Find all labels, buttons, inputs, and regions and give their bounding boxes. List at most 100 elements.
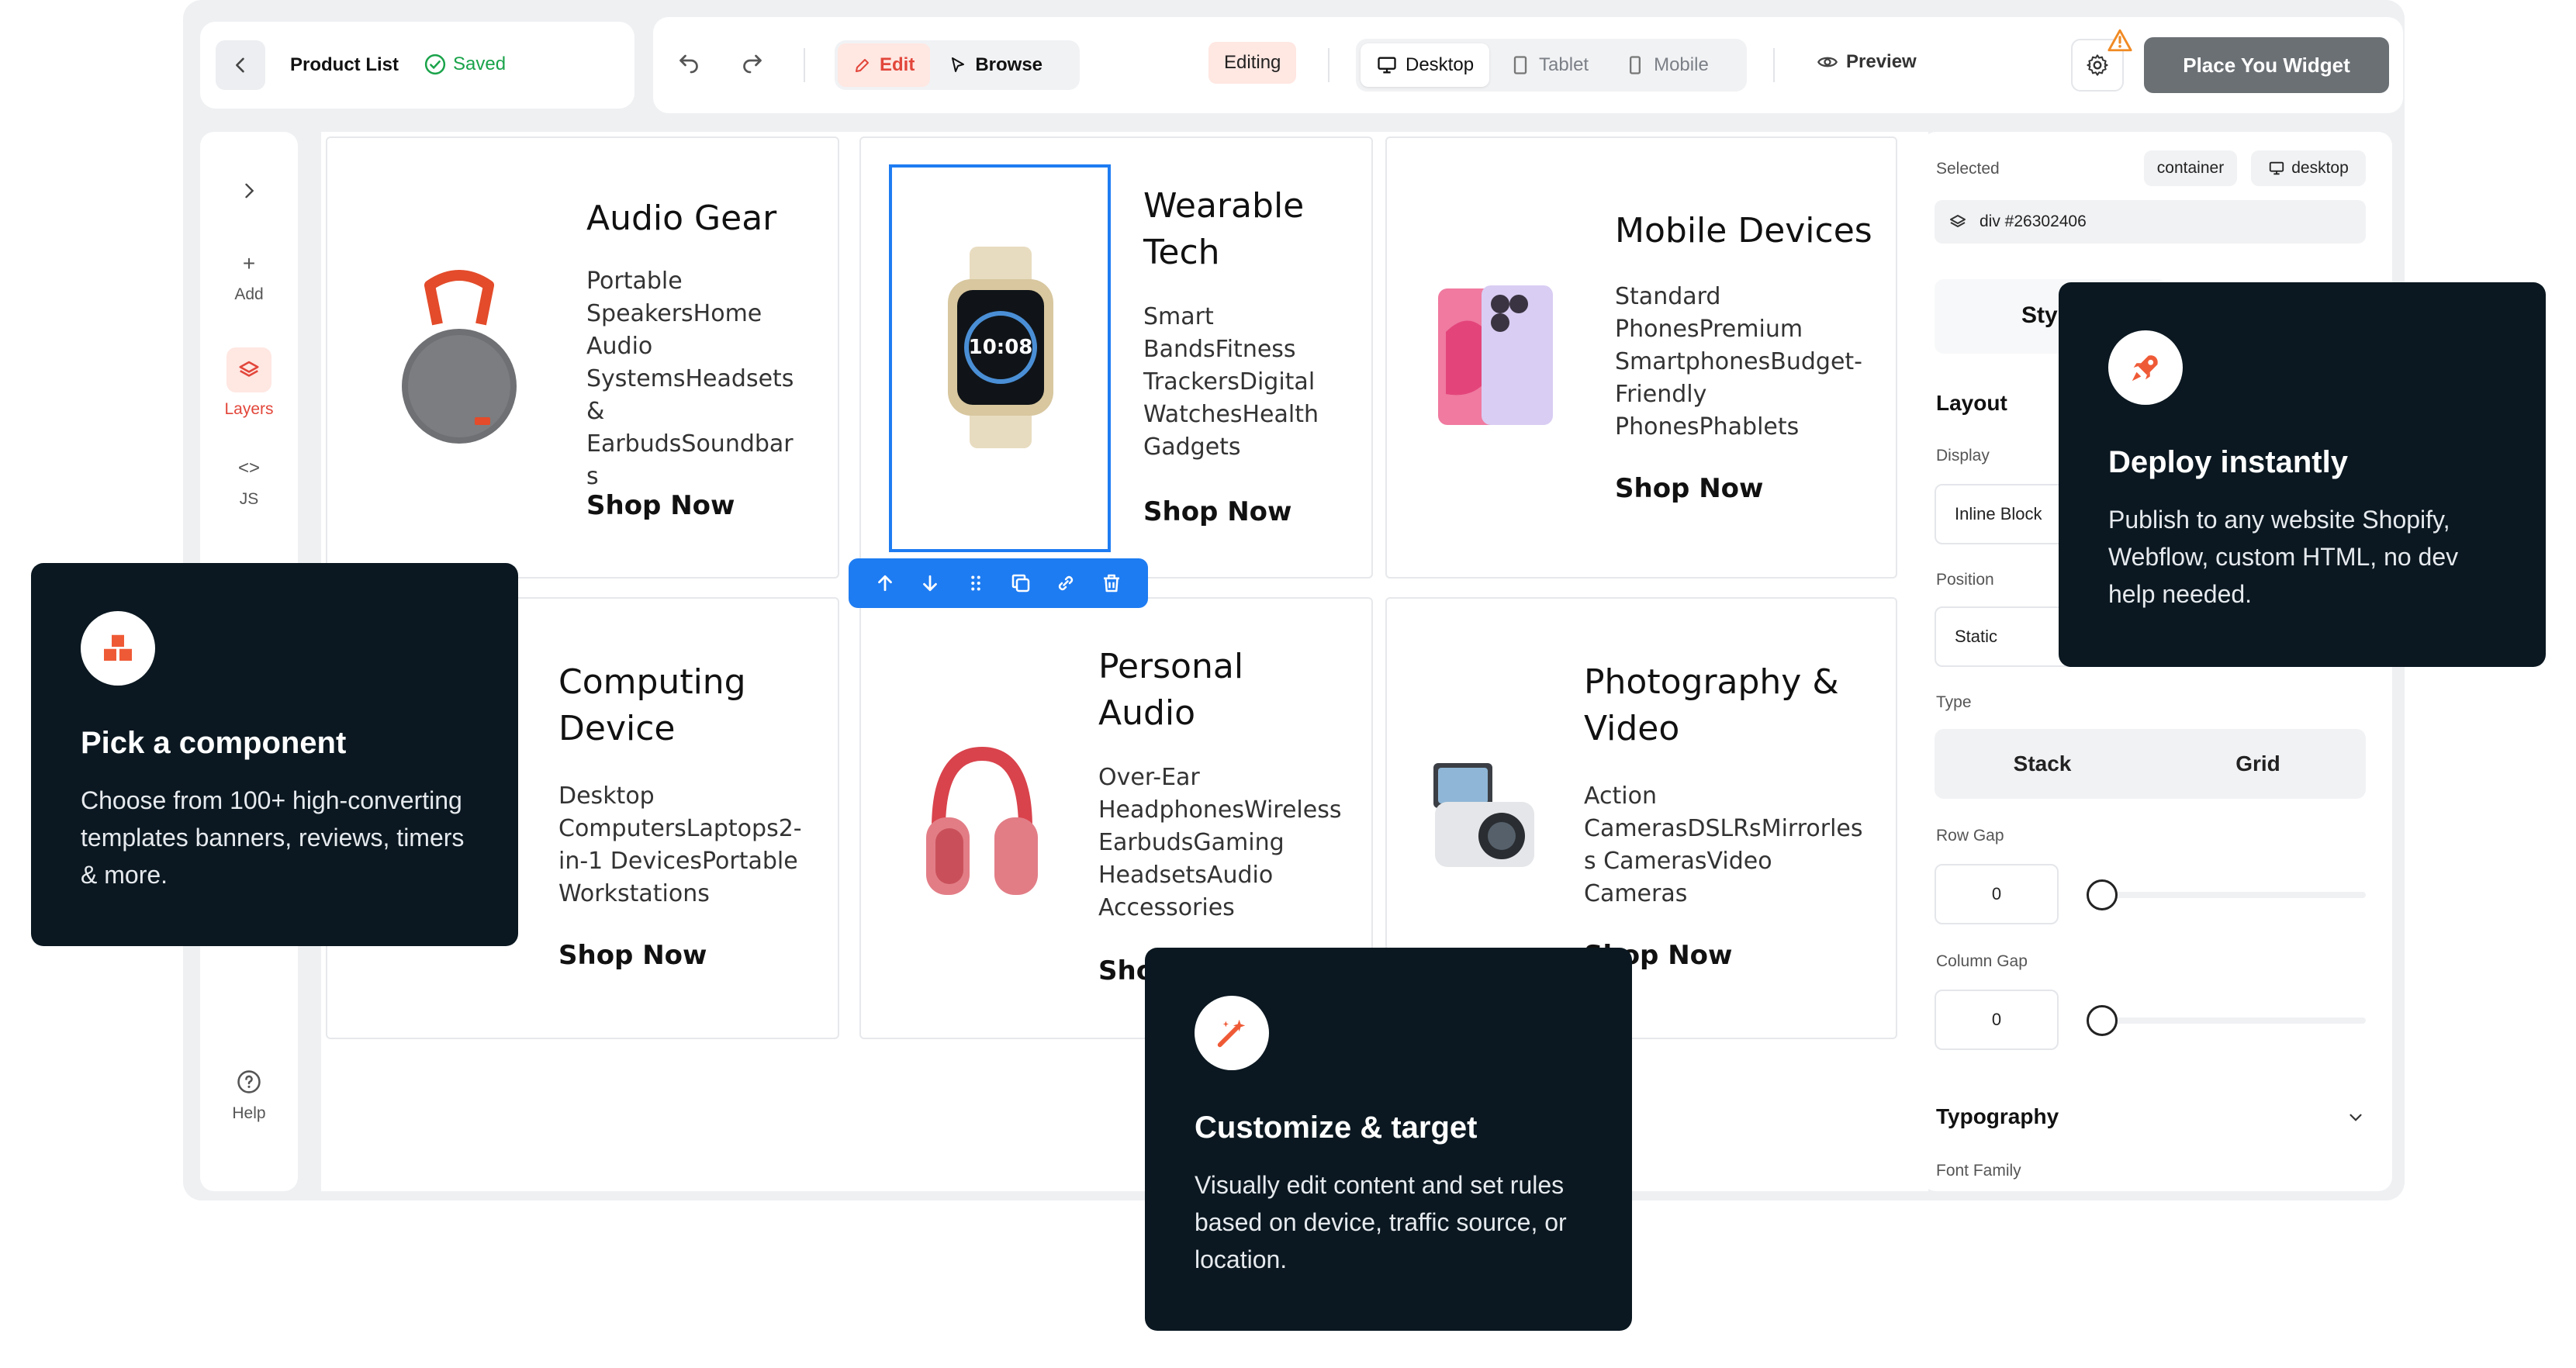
typography-heading: Typography — [1936, 1104, 2059, 1128]
card-description: Over-Ear HeadphonesWireless EarbudsGamin… — [1098, 764, 1342, 921]
tab-style[interactable]: Sty — [2021, 302, 2058, 329]
card-title: Audio Gear — [586, 199, 777, 238]
layout-heading: Layout — [1936, 391, 2007, 415]
desktop-pill[interactable]: desktop — [2251, 150, 2366, 186]
deploy-tip-title: Deploy instantly — [2108, 445, 2348, 479]
selected-label: Selected — [1936, 160, 2000, 178]
chevron-left-icon — [236, 57, 244, 73]
undo-icon — [679, 54, 698, 74]
place-widget-button[interactable]: Place You Widget — [2144, 37, 2389, 93]
pick-component-tip: Pick a component Choose from 100+ high-c… — [31, 563, 518, 946]
camera-image — [1433, 763, 1534, 867]
shop-now-link[interactable]: Shop Now — [586, 490, 735, 521]
row-gap-slider-track[interactable] — [2094, 892, 2366, 898]
duplicate-icon[interactable] — [1009, 572, 1032, 595]
device-desktop-button[interactable]: Desktop — [1361, 43, 1490, 87]
type-toggle: Stack Grid — [1935, 729, 2366, 799]
editing-badge: Editing — [1208, 42, 1297, 84]
page-title: Product List — [290, 54, 399, 75]
pick-tip-body: Choose from 100+ high-converting templat… — [81, 786, 465, 889]
redo-button[interactable] — [738, 51, 766, 83]
phone-icon — [1630, 56, 1641, 74]
trash-icon[interactable] — [1100, 572, 1123, 595]
desktop-label: Desktop — [1406, 54, 1475, 75]
check-circle-icon — [424, 54, 446, 75]
deploy-tip: Deploy instantly Publish to any website … — [2059, 282, 2546, 667]
magic-wand-icon — [1195, 996, 1269, 1070]
edit-label: Edit — [880, 54, 915, 75]
chevron-right-icon — [245, 183, 254, 199]
rocket-icon — [2108, 330, 2183, 405]
card-description: Standard PhonesPremium SmartphonesBudget… — [1615, 283, 1862, 440]
type-grid-option[interactable]: Grid — [2150, 729, 2366, 799]
rail-js[interactable]: <> JS — [200, 458, 298, 509]
divider — [804, 48, 805, 82]
card-description: Portable SpeakersHome Audio SystemsHeads… — [586, 268, 794, 490]
undo-button[interactable] — [675, 51, 703, 83]
customize-tip: Customize & target Visually edit content… — [1145, 948, 1632, 1331]
edit-mode-button[interactable]: Edit — [838, 43, 931, 87]
help-circle-icon — [237, 1070, 261, 1093]
rail-layers-label: Layers — [224, 400, 274, 418]
editor-toolbar: Edit Browse Editing Desktop Tablet Mobil… — [653, 17, 2403, 113]
preview-button[interactable]: Preview — [1817, 51, 1917, 73]
rail-add[interactable]: + Add — [200, 251, 298, 304]
smartphone-image — [1438, 285, 1553, 425]
rail-add-label: Add — [234, 285, 264, 303]
card-title: Mobile Devices — [1615, 211, 1872, 250]
deploy-tip-body: Publish to any website Shopify, Webflow,… — [2108, 506, 2459, 608]
rail-help-label: Help — [232, 1104, 266, 1122]
preview-label: Preview — [1846, 51, 1917, 72]
column-gap-slider-track[interactable] — [2094, 1017, 2366, 1024]
rail-layers[interactable]: Layers — [200, 347, 298, 419]
card-title: Wearable Tech — [1143, 186, 1305, 272]
gear-icon — [2087, 54, 2108, 76]
browse-mode-button[interactable]: Browse — [933, 43, 1058, 87]
speaker-image — [402, 270, 517, 444]
card-description: Smart BandsFitness TrackersDigital Watch… — [1143, 303, 1319, 461]
pick-tip-title: Pick a component — [81, 726, 347, 760]
card-title: Computing Device — [558, 662, 746, 748]
type-stack-option[interactable]: Stack — [1935, 729, 2150, 799]
device-tablet-button[interactable]: Tablet — [1494, 43, 1604, 87]
pencil-icon — [856, 59, 869, 72]
mobile-label: Mobile — [1654, 54, 1709, 75]
card-description: Desktop ComputersLaptops2-in-1 DevicesPo… — [558, 782, 802, 907]
customize-tip-title: Customize & target — [1195, 1111, 1478, 1145]
product-card[interactable]: 10:08 Wearable Tech Smart BandsFitness T… — [859, 136, 1373, 579]
product-card[interactable]: Audio Gear Portable SpeakersHome Audio S… — [326, 136, 839, 579]
container-pill[interactable]: container — [2144, 150, 2237, 186]
shop-now-link[interactable]: Shop Now — [558, 940, 707, 971]
code-icon: <> — [237, 458, 261, 478]
card-title: Photography & Video — [1584, 662, 1839, 748]
divider — [1328, 48, 1329, 82]
mode-switch: Edit Browse — [835, 40, 1080, 90]
chevron-down-icon[interactable] — [2346, 1107, 2366, 1128]
device-mobile-button[interactable]: Mobile — [1609, 43, 1724, 87]
row-gap-slider-thumb[interactable] — [2087, 879, 2118, 910]
column-gap-slider-thumb[interactable] — [2087, 1005, 2118, 1036]
layers-icon — [1950, 215, 1966, 227]
arrow-down-icon[interactable] — [918, 572, 942, 595]
product-card[interactable]: Mobile Devices Standard PhonesPremium Sm… — [1385, 136, 1897, 579]
element-id: div #26302406 — [1980, 212, 2087, 230]
back-button[interactable] — [216, 40, 265, 90]
row-gap-input[interactable]: 0 — [1935, 864, 2059, 924]
tablet-label: Tablet — [1539, 54, 1589, 75]
rail-help[interactable]: Help — [200, 1069, 298, 1123]
shop-now-link[interactable]: Shop Now — [1615, 473, 1763, 504]
type-label: Type — [1936, 693, 1972, 711]
eye-icon — [1817, 57, 1838, 67]
element-path[interactable]: div #26302406 — [1935, 200, 2366, 244]
monitor-icon — [1378, 57, 1396, 74]
cubes-icon — [81, 611, 155, 686]
link-icon[interactable] — [1054, 572, 1077, 595]
expand-rail-button[interactable] — [200, 180, 298, 206]
column-gap-label: Column Gap — [1936, 952, 2028, 970]
shop-now-link[interactable]: Shop Now — [1143, 496, 1291, 527]
saved-label: Saved — [453, 54, 507, 74]
drag-handle-icon[interactable] — [964, 572, 987, 595]
row-gap-label: Row Gap — [1936, 827, 2004, 845]
column-gap-input[interactable]: 0 — [1935, 990, 2059, 1050]
arrow-up-icon[interactable] — [873, 572, 897, 595]
